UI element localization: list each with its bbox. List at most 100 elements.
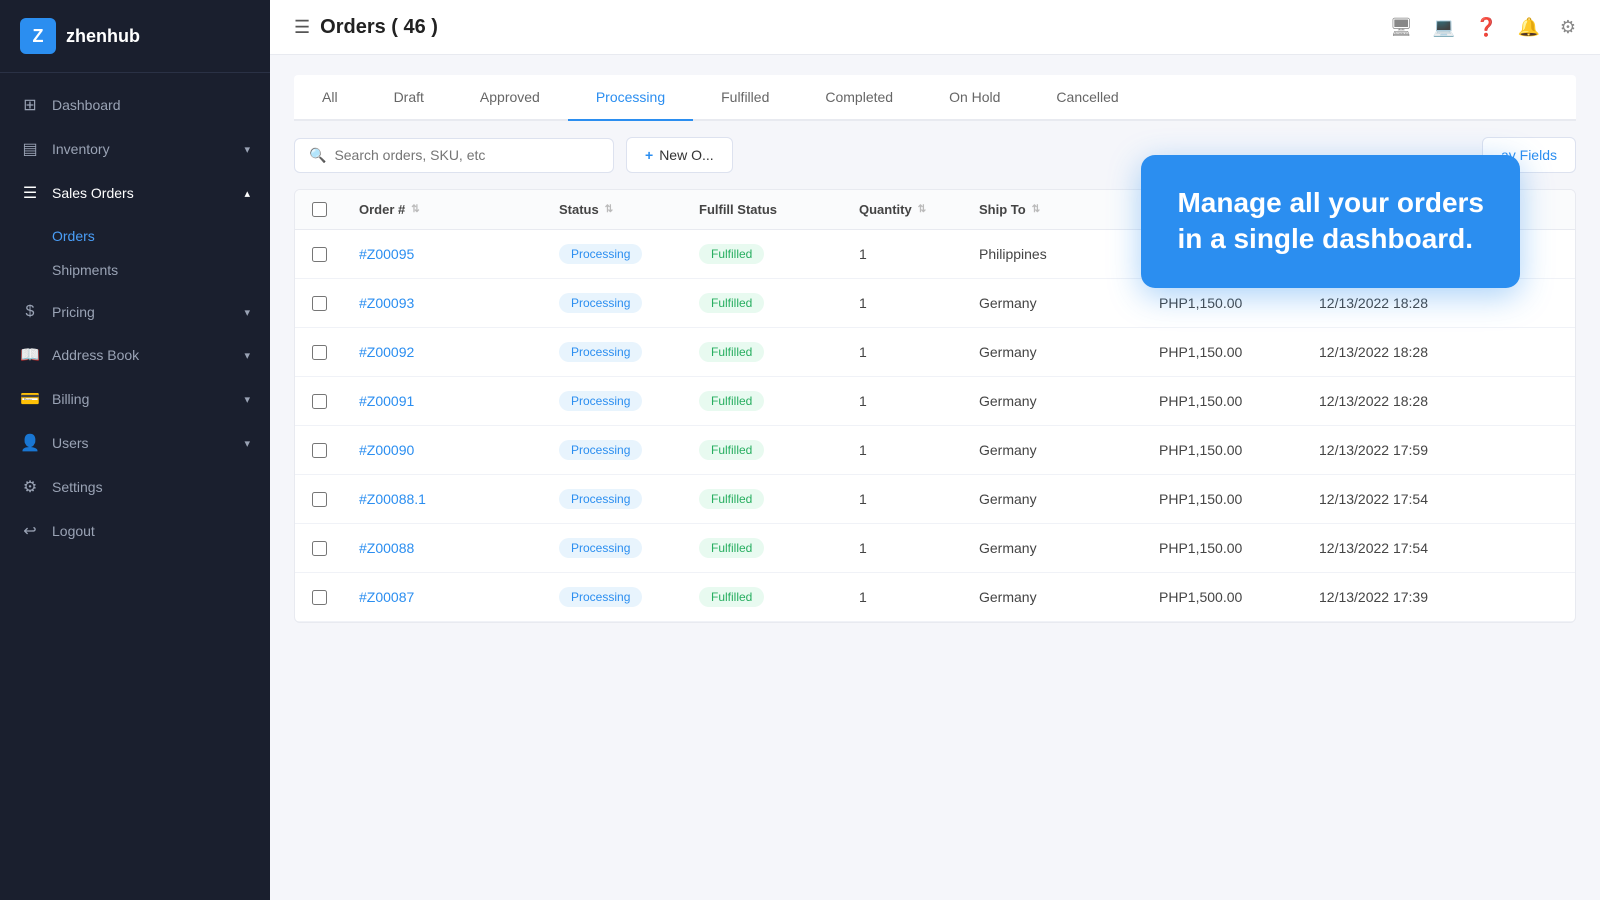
row-fulfill-status: Fulfilled	[683, 475, 843, 523]
inventory-icon: ▤	[20, 139, 40, 159]
status-badge: Processing	[559, 489, 642, 509]
table-row: #Z00088.1 Processing Fulfilled 1 Germany…	[295, 475, 1575, 524]
fulfill-status-badge: Fulfilled	[699, 293, 764, 313]
row-order-num[interactable]: #Z00092	[343, 328, 543, 376]
row-checkbox-7[interactable]	[312, 590, 327, 605]
row-order-num[interactable]: #Z00091	[343, 377, 543, 425]
tab-completed[interactable]: Completed	[797, 75, 921, 121]
row-checkbox-4[interactable]	[312, 443, 327, 458]
topbar-icons: 🖥 💻 ❓ 🔔 ⚙	[1390, 17, 1576, 38]
status-badge: Processing	[559, 538, 642, 558]
plus-icon: +	[645, 147, 653, 163]
row-fulfill-status: Fulfilled	[683, 573, 843, 621]
sidebar-item-address-book[interactable]: 📖 Address Book ▾	[0, 333, 270, 377]
fulfill-status-badge: Fulfilled	[699, 244, 764, 264]
sort-status-icon[interactable]: ⇅	[605, 204, 613, 215]
sidebar-item-logout[interactable]: ↩ Logout	[0, 509, 270, 553]
sort-order-num-icon[interactable]: ⇅	[411, 204, 419, 215]
row-checkbox-0[interactable]	[312, 247, 327, 262]
row-status: Processing	[543, 279, 683, 327]
sort-quantity-icon[interactable]: ⇅	[918, 204, 926, 215]
search-box[interactable]: 🔍	[294, 138, 614, 173]
sidebar-item-pricing[interactable]: $ Pricing ▾	[0, 291, 270, 333]
sidebar-item-inventory[interactable]: ▤ Inventory ▾	[0, 127, 270, 171]
gear-icon[interactable]: ⚙	[1560, 17, 1576, 38]
table-row: #Z00092 Processing Fulfilled 1 Germany P…	[295, 328, 1575, 377]
row-order-num[interactable]: #Z00093	[343, 279, 543, 327]
brand-logo-icon: Z	[20, 18, 56, 54]
fulfill-status-badge: Fulfilled	[699, 538, 764, 558]
row-total-price: PHP1,150.00	[1143, 328, 1303, 376]
fulfill-status-badge: Fulfilled	[699, 440, 764, 460]
tab-all[interactable]: All	[294, 75, 366, 121]
billing-icon: 💳	[20, 389, 40, 409]
row-ship-to: Germany	[963, 377, 1143, 425]
sidebar-label-users: Users	[52, 435, 89, 451]
th-checkbox	[295, 190, 343, 229]
row-quantity: 1	[843, 475, 963, 523]
row-status: Processing	[543, 328, 683, 376]
tab-approved[interactable]: Approved	[452, 75, 568, 121]
row-checkbox-6[interactable]	[312, 541, 327, 556]
tooltip-popup-text: Manage all your ordersin a single dashbo…	[1177, 185, 1484, 258]
row-created: 12/13/2022 18:28	[1303, 377, 1463, 425]
page-title: Orders ( 46 )	[320, 16, 438, 39]
sidebar-item-settings[interactable]: ⚙ Settings	[0, 465, 270, 509]
chevron-down-icon-billing: ▾	[244, 393, 250, 406]
sales-orders-subnav: Orders Shipments	[0, 215, 270, 291]
search-icon: 🔍	[309, 147, 326, 164]
sidebar-item-orders[interactable]: Orders	[52, 219, 270, 253]
table-row: #Z00090 Processing Fulfilled 1 Germany P…	[295, 426, 1575, 475]
sidebar-item-shipments[interactable]: Shipments	[52, 253, 270, 287]
new-order-button[interactable]: + New O...	[626, 137, 733, 173]
search-input[interactable]	[334, 147, 599, 163]
main-content: ☰ Orders ( 46 ) 🖥 💻 ❓ 🔔 ⚙ All Draft Appr…	[270, 0, 1600, 900]
row-order-num[interactable]: #Z00088.1	[343, 475, 543, 523]
select-all-checkbox[interactable]	[312, 202, 327, 217]
new-order-label: New O...	[659, 147, 713, 163]
settings-icon: ⚙	[20, 477, 40, 497]
sidebar: Z zhenhub ⊞ Dashboard ▤ Inventory ▾ ☰ Sa…	[0, 0, 270, 900]
tab-fulfilled[interactable]: Fulfilled	[693, 75, 797, 121]
row-order-num[interactable]: #Z00088	[343, 524, 543, 572]
row-fulfill-status: Fulfilled	[683, 524, 843, 572]
help-icon[interactable]: ❓	[1475, 17, 1497, 38]
row-order-num[interactable]: #Z00090	[343, 426, 543, 474]
row-created: 12/13/2022 17:39	[1303, 573, 1463, 621]
sort-ship-to-icon[interactable]: ⇅	[1032, 204, 1040, 215]
tab-processing[interactable]: Processing	[568, 75, 693, 121]
tooltip-popup: Manage all your ordersin a single dashbo…	[1141, 155, 1520, 288]
monitor-icon[interactable]: 🖥	[1390, 17, 1413, 38]
row-checkbox-1[interactable]	[312, 296, 327, 311]
row-checkbox-cell	[295, 475, 343, 523]
tab-on-hold[interactable]: On Hold	[921, 75, 1028, 121]
row-quantity: 1	[843, 426, 963, 474]
row-checkbox-2[interactable]	[312, 345, 327, 360]
chevron-down-icon-address: ▾	[244, 349, 250, 362]
row-checkbox-cell	[295, 377, 343, 425]
row-total-price: PHP1,150.00	[1143, 475, 1303, 523]
sidebar-item-users[interactable]: 👤 Users ▾	[0, 421, 270, 465]
table-body: #Z00095 Processing Fulfilled 1 Philippin…	[295, 230, 1575, 622]
row-quantity: 1	[843, 328, 963, 376]
chevron-down-icon-pricing: ▾	[244, 306, 250, 319]
sidebar-item-sales-orders[interactable]: ☰ Sales Orders ▴	[0, 171, 270, 215]
row-fulfill-status: Fulfilled	[683, 279, 843, 327]
row-order-num[interactable]: #Z00087	[343, 573, 543, 621]
th-fulfill-status: Fulfill Status	[683, 190, 843, 229]
tab-cancelled[interactable]: Cancelled	[1028, 75, 1146, 121]
row-checkbox-5[interactable]	[312, 492, 327, 507]
chevron-down-icon-users: ▾	[244, 437, 250, 450]
notification-icon[interactable]: 🔔	[1517, 17, 1539, 38]
address-book-icon: 📖	[20, 345, 40, 365]
row-checkbox-3[interactable]	[312, 394, 327, 409]
laptop-icon[interactable]: 💻	[1433, 17, 1455, 38]
tab-draft[interactable]: Draft	[366, 75, 452, 121]
sidebar-item-billing[interactable]: 💳 Billing ▾	[0, 377, 270, 421]
sidebar-label-logout: Logout	[52, 523, 95, 539]
sidebar-item-dashboard[interactable]: ⊞ Dashboard	[0, 83, 270, 127]
row-created: 12/13/2022 17:59	[1303, 426, 1463, 474]
row-order-num[interactable]: #Z00095	[343, 230, 543, 278]
row-fulfill-status: Fulfilled	[683, 426, 843, 474]
row-quantity: 1	[843, 524, 963, 572]
